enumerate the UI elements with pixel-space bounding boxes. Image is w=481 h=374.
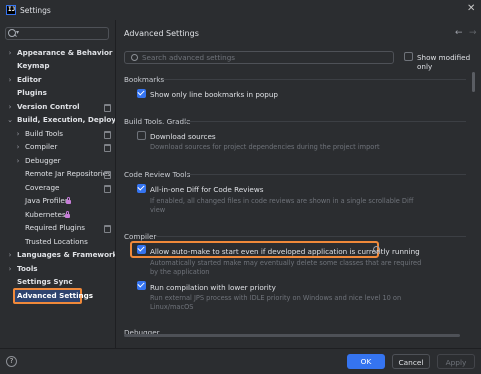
sidebar-item-java-profiler[interactable]: Java Profiler — [25, 195, 85, 207]
chevron-right-icon[interactable]: › — [14, 128, 22, 140]
section-title-gradle: Build Tools. Gradle — [124, 117, 191, 126]
sidebar-item-remote-jar[interactable]: Remote Jar Repositories — [25, 168, 111, 180]
option-label: Download sources — [150, 132, 216, 141]
sidebar-item-coverage[interactable]: Coverage — [25, 182, 111, 194]
search-options-icon[interactable]: ▾ — [16, 29, 19, 36]
option-description: Automatically started make may eventuall… — [150, 259, 422, 267]
chevron-right-icon[interactable]: › — [6, 74, 14, 86]
page-title: Advanced Settings — [124, 29, 199, 38]
option-description: by the application — [150, 268, 210, 276]
section-divider — [185, 121, 466, 122]
cancel-button[interactable]: Cancel — [392, 354, 430, 369]
section-title-bookmarks: Bookmarks — [124, 75, 165, 84]
close-icon[interactable]: ✕ — [467, 3, 475, 14]
sidebar-item-label: Required Plugins — [25, 223, 86, 232]
sidebar-item-label: Remote Jar Repositories — [25, 169, 111, 178]
option-description: Linux/macOS — [150, 303, 194, 311]
bookmarks-popup-checkbox[interactable] — [137, 89, 146, 98]
back-arrow-icon[interactable]: ← — [455, 28, 463, 38]
sidebar-item-label: Coverage — [25, 183, 60, 192]
window-title: Settings — [20, 6, 51, 15]
option-description: Run external JPS process with IDLE prior… — [150, 294, 402, 302]
sidebar-item-label: Languages & Frameworks — [17, 250, 122, 259]
title-bar — [0, 0, 481, 20]
sidebar-item-label: Plugins — [17, 88, 47, 97]
chevron-right-icon[interactable]: › — [14, 141, 22, 153]
chevron-right-icon[interactable]: › — [6, 249, 14, 261]
search-icon — [8, 29, 16, 37]
section-divider — [163, 79, 466, 80]
section-title-code-review: Code Review Tools — [124, 170, 191, 179]
app-logo-icon: IJ — [6, 5, 16, 15]
show-modified-label: Show modified only — [417, 53, 471, 71]
sidebar-item-label: Debugger — [25, 156, 61, 165]
project-settings-icon — [104, 104, 111, 112]
ok-button[interactable]: OK — [347, 354, 385, 369]
sidebar-item-label: Keymap — [17, 61, 50, 70]
sidebar-item-kubernetes[interactable]: Kubernetes — [25, 209, 85, 221]
section-divider — [156, 236, 466, 237]
apply-button[interactable]: Apply — [437, 354, 475, 369]
option-description: If enabled, all changed files in code re… — [150, 197, 414, 205]
section-title-compiler: Compiler — [124, 232, 157, 241]
sidebar-item-required-plugins[interactable]: Required Plugins — [25, 222, 111, 234]
chevron-down-icon[interactable]: ⌄ — [6, 114, 14, 126]
sidebar-item-build-tools[interactable]: › Build Tools — [14, 128, 111, 140]
chevron-right-icon[interactable]: › — [6, 101, 14, 113]
project-settings-icon — [104, 225, 111, 233]
sidebar-item-label: Compiler — [25, 142, 58, 151]
auto-make-checkbox[interactable] — [137, 245, 146, 254]
restart-required-icon — [373, 246, 380, 253]
sidebar-item-label: Settings Sync — [17, 277, 73, 286]
sidebar-item-label: Java Profiler — [25, 196, 68, 205]
sidebar-item-label: Appearance & Behavior — [17, 48, 113, 57]
option-description: view — [150, 206, 166, 214]
help-icon[interactable]: ? — [6, 356, 17, 367]
project-settings-icon — [104, 144, 111, 152]
search-placeholder: Search advanced settings — [142, 53, 236, 62]
option-label: Run compilation with lower priority — [150, 283, 276, 292]
option-label: Show only line bookmarks in popup — [150, 90, 278, 99]
sidebar-item-label: Kubernetes — [25, 210, 66, 219]
search-icon — [131, 54, 138, 61]
chevron-right-icon[interactable]: › — [14, 155, 22, 167]
forward-arrow-icon[interactable]: → — [469, 28, 477, 38]
sidebar-item-label: Editor — [17, 75, 42, 84]
project-settings-icon — [104, 171, 111, 179]
sidebar-item-label: Trusted Locations — [25, 237, 88, 246]
sidebar-search-input[interactable] — [5, 27, 109, 40]
option-label: All-in-one Diff for Code Reviews — [150, 185, 264, 194]
download-sources-checkbox[interactable] — [137, 131, 146, 140]
option-description: Download sources for project dependencie… — [150, 143, 380, 151]
chevron-right-icon[interactable]: › — [6, 263, 14, 275]
project-settings-icon — [104, 131, 111, 139]
chevron-right-icon[interactable]: › — [6, 47, 14, 59]
vertical-scrollbar[interactable] — [472, 72, 475, 92]
all-in-one-diff-checkbox[interactable] — [137, 184, 146, 193]
sidebar-item-label: Version Control — [17, 102, 80, 111]
lock-icon — [65, 211, 70, 218]
sidebar-item-label: Tools — [17, 264, 38, 273]
sidebar-item-label: Advanced Settings — [17, 291, 94, 300]
project-settings-icon — [104, 185, 111, 193]
show-modified-checkbox[interactable] — [404, 52, 413, 61]
lower-priority-checkbox[interactable] — [137, 281, 146, 290]
horizontal-scrollbar[interactable] — [124, 334, 460, 337]
sidebar-item-version-control[interactable]: › Version Control — [6, 101, 111, 113]
sidebar-item-label: Build Tools — [25, 129, 64, 138]
sidebar-item-compiler[interactable]: › Compiler — [14, 141, 111, 153]
lock-icon — [66, 197, 71, 204]
section-divider — [186, 174, 466, 175]
